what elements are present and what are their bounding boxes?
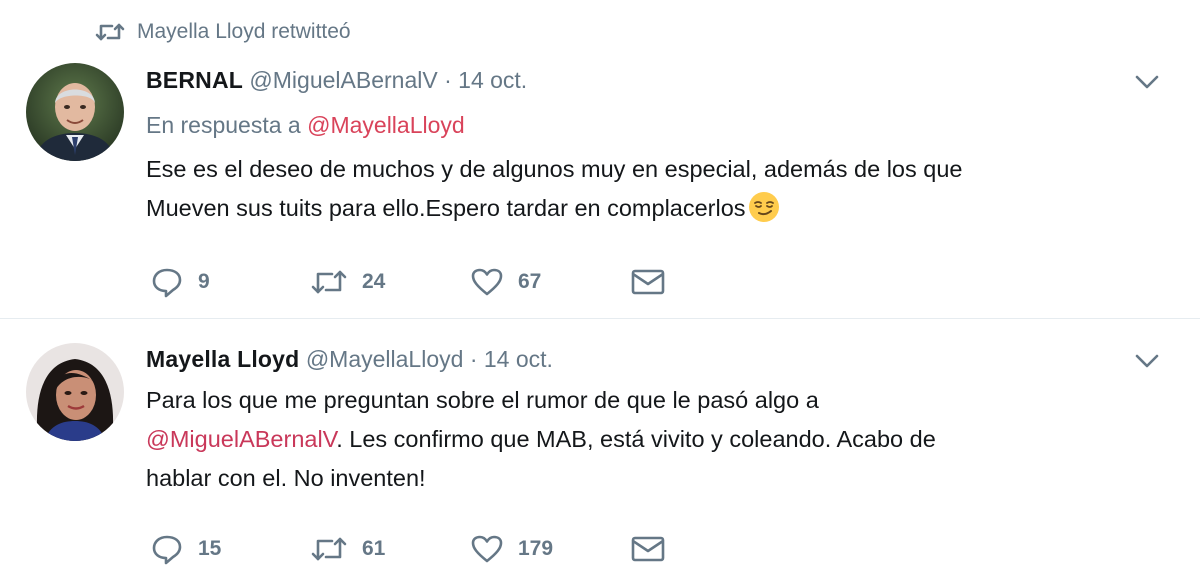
retweet-context-text[interactable]: Mayella Lloyd retwitteó (137, 20, 351, 44)
tweet-text-span: Mueven sus tuits para ello.Espero tardar… (146, 195, 746, 221)
tweet-content: Mayella Lloyd @MayellaLloyd · 14 oct. Pa… (146, 341, 1176, 498)
chevron-down-icon[interactable] (1132, 70, 1162, 94)
envelope-icon (631, 269, 665, 295)
tweet-header: BERNAL @MiguelABernalV · 14 oct. (146, 62, 1176, 98)
like-count: 179 (518, 537, 554, 560)
reply-to-line: En respuesta a @MayellaLloyd (146, 107, 1176, 143)
smirking-face-emoji (748, 192, 779, 222)
retweet-button[interactable]: 24 (310, 268, 470, 296)
reply-button[interactable]: 15 (150, 533, 310, 565)
mention-link[interactable]: @MiguelABernalV (146, 426, 336, 452)
reply-to-handle[interactable]: @MayellaLloyd (307, 112, 465, 138)
envelope-icon (631, 536, 665, 562)
reply-count: 9 (198, 270, 210, 293)
reply-icon (152, 268, 182, 298)
like-button[interactable]: 67 (470, 267, 630, 297)
heart-icon (471, 535, 503, 563)
reply-button[interactable]: 9 (150, 266, 310, 298)
heart-icon (471, 268, 503, 296)
retweet-icon (95, 23, 125, 41)
retweet-count: 61 (362, 537, 386, 560)
tweet[interactable]: Mayella Lloyd retwitteó BERNAL @MiguelAB… (0, 0, 1200, 319)
retweet-count: 24 (362, 270, 386, 293)
timestamp[interactable]: 14 oct. (484, 346, 553, 372)
tweet-text: Para los que me preguntan sobre el rumor… (146, 381, 1176, 498)
tweet-text-line: Para los que me preguntan sobre el rumor… (146, 387, 819, 413)
reply-icon (152, 535, 182, 565)
timestamp[interactable]: 14 oct. (458, 67, 527, 93)
tweet[interactable]: Mayella Lloyd @MayellaLloyd · 14 oct. Pa… (0, 319, 1200, 570)
like-count: 67 (518, 270, 542, 293)
reply-count: 15 (198, 537, 222, 560)
direct-message-button[interactable] (630, 267, 666, 297)
reply-prefix: En respuesta a (146, 112, 301, 138)
retweet-icon (311, 270, 347, 294)
author-name[interactable]: BERNAL (146, 67, 243, 93)
tweet-actions: 15 61 179 (150, 533, 666, 565)
retweet-button[interactable]: 61 (310, 535, 470, 563)
retweet-icon (311, 537, 347, 561)
author-name[interactable]: Mayella Lloyd (146, 346, 299, 372)
tweet-text-line: hablar con el. No inventen! (146, 465, 426, 491)
direct-message-button[interactable] (630, 534, 666, 564)
tweet-actions: 9 24 67 (150, 266, 666, 298)
tweet-text-line: Mueven sus tuits para ello.Espero tardar… (146, 189, 1176, 228)
tweet-text-span: . Les confirmo que MAB, está vivito y co… (336, 426, 936, 452)
like-button[interactable]: 179 (470, 534, 630, 564)
tweet-text-line: Ese es el deseo de muchos y de algunos m… (146, 156, 963, 182)
tweet-content: BERNAL @MiguelABernalV · 14 oct. En resp… (146, 62, 1176, 228)
author-handle[interactable]: @MiguelABernalV (249, 67, 437, 93)
tweet-header: Mayella Lloyd @MayellaLloyd · 14 oct. (146, 341, 1176, 377)
avatar[interactable] (26, 343, 124, 441)
separator: · (444, 67, 452, 93)
retweet-context: Mayella Lloyd retwitteó (95, 20, 351, 44)
author-handle[interactable]: @MayellaLloyd (306, 346, 464, 372)
tweet-text: Ese es el deseo de muchos y de algunos m… (146, 150, 1176, 228)
tweet-text-line: @MiguelABernalV. Les confirmo que MAB, e… (146, 420, 1176, 459)
avatar[interactable] (26, 63, 124, 161)
separator: · (469, 346, 478, 372)
chevron-down-icon[interactable] (1132, 349, 1162, 373)
